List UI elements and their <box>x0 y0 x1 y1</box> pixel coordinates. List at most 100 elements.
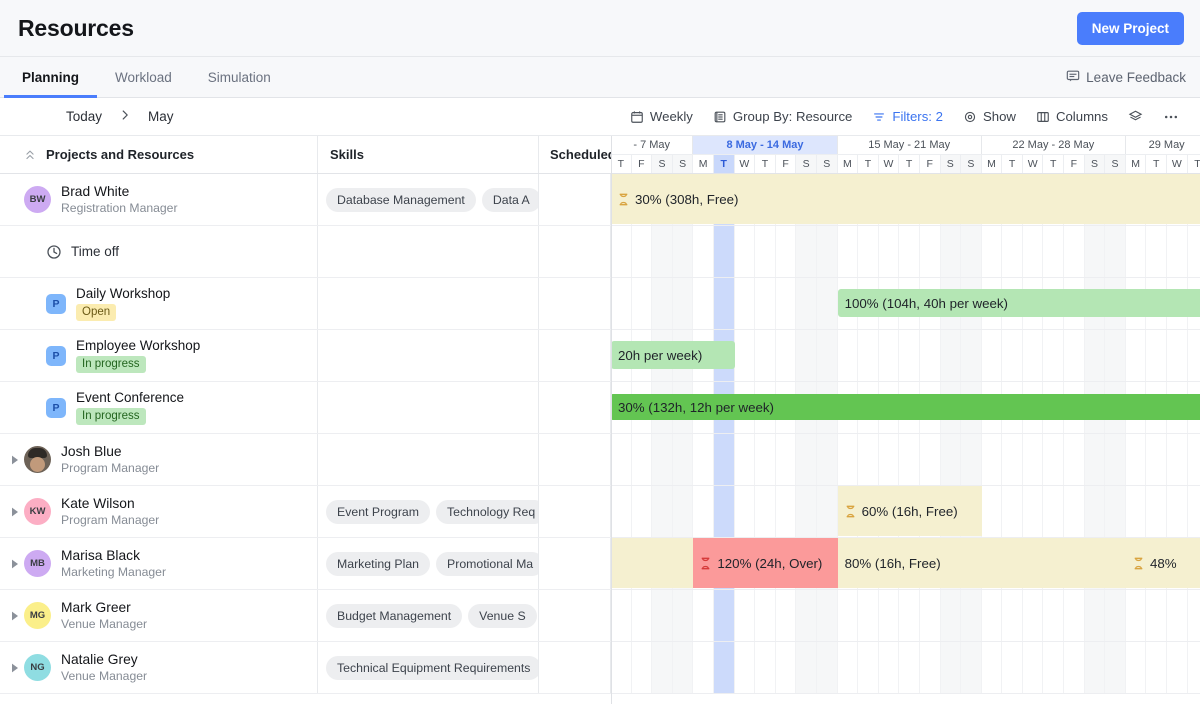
allocation-bar[interactable]: 48% <box>1126 538 1200 588</box>
expander-icon[interactable] <box>6 507 24 517</box>
allocation-bar[interactable]: 20h per week) <box>611 341 735 369</box>
project-name-cell[interactable]: P Employee Workshop In progress <box>0 330 318 381</box>
timeline-week-label: 8 May - 14 May <box>693 136 837 154</box>
skill-chip[interactable]: Technology Req <box>436 500 539 524</box>
weekly-button[interactable]: Weekly <box>621 104 702 129</box>
table-row[interactable]: NG Natalie Grey Venue Manager Technical … <box>0 642 611 694</box>
filters-label: Filters: 2 <box>892 109 943 124</box>
project-icon: P <box>46 398 66 418</box>
leave-feedback-button[interactable]: Leave Feedback <box>1066 57 1186 97</box>
toolbar: Today May Weekly <box>0 98 1200 136</box>
resource-name-cell[interactable]: MG Mark Greer Venue Manager <box>0 590 318 641</box>
resource-name: Marisa Black <box>61 548 166 564</box>
layers-button[interactable] <box>1119 104 1152 129</box>
timeline-day-label: M <box>982 155 1003 173</box>
skill-chip[interactable]: Budget Management <box>326 604 462 628</box>
month-label[interactable]: May <box>138 105 184 128</box>
timeline-day-label: W <box>1167 155 1188 173</box>
show-button[interactable]: Show <box>954 104 1025 129</box>
avatar: BW <box>24 186 51 213</box>
project-name-cell[interactable]: P Event Conference In progress <box>0 382 318 433</box>
resource-name-cell[interactable]: MB Marisa Black Marketing Manager <box>0 538 318 589</box>
timeline-week-label: 29 May <box>1126 136 1200 154</box>
column-header-scheduled[interactable]: Scheduled <box>539 136 611 173</box>
allocation-bar-label: 80% (16h, Free) <box>845 556 941 571</box>
page-header: Resources New Project <box>0 0 1200 57</box>
resource-name-cell[interactable]: Josh Blue Program Manager <box>0 434 318 485</box>
table-row[interactable]: P Event Conference In progress <box>0 382 611 434</box>
resource-role: Program Manager <box>61 513 159 527</box>
timeline-row <box>611 590 1200 642</box>
allocation-bar[interactable]: 30% (308h, Free) <box>611 174 1200 224</box>
skill-chip[interactable]: Event Program <box>326 500 430 524</box>
allocation-bar[interactable]: 80% (16h, Free) <box>838 538 982 588</box>
sort-icon[interactable] <box>24 148 36 162</box>
table-row[interactable]: MB Marisa Black Marketing Manager Market… <box>0 538 611 590</box>
timeline-day-label: T <box>899 155 920 173</box>
skill-chip[interactable]: Venue S <box>468 604 537 628</box>
table-row[interactable]: Josh Blue Program Manager <box>0 434 611 486</box>
resource-info: Kate Wilson Program Manager <box>61 496 159 527</box>
allocation-bar[interactable]: 30% (132h, 12h per week) <box>611 394 1200 420</box>
project-name: Employee Workshop <box>76 338 200 354</box>
skills-cell <box>318 434 539 485</box>
filters-button[interactable]: Filters: 2 <box>863 104 952 129</box>
timeline-week-label: 15 May - 21 May <box>838 136 982 154</box>
skill-chip[interactable]: Marketing Plan <box>326 552 430 576</box>
column-header-skills[interactable]: Skills <box>318 136 539 173</box>
skills-cell <box>318 382 539 433</box>
resource-info: Natalie Grey Venue Manager <box>61 652 147 683</box>
tab-workload[interactable]: Workload <box>97 57 190 97</box>
table-row[interactable]: MG Mark Greer Venue Manager Budget Manag… <box>0 590 611 642</box>
resource-name-cell[interactable]: NG Natalie Grey Venue Manager <box>0 642 318 693</box>
project-icon-letter: P <box>52 350 59 362</box>
resource-name: Brad White <box>61 184 178 200</box>
column-header-projects[interactable]: Projects and Resources <box>0 136 318 173</box>
timeline-day-label: W <box>1023 155 1044 173</box>
table-row[interactable]: KW Kate Wilson Program Manager Event Pro… <box>0 486 611 538</box>
skill-chip[interactable]: Database Management <box>326 188 476 212</box>
chevron-right-icon[interactable] <box>112 108 138 125</box>
timeline-week-label: 22 May - 28 May <box>982 136 1126 154</box>
table-row[interactable]: P Daily Workshop Open <box>0 278 611 330</box>
resource-name: Natalie Grey <box>61 652 147 668</box>
expander-icon[interactable] <box>6 611 24 621</box>
skill-chip[interactable]: Promotional Ma <box>436 552 539 576</box>
timeline-day-label: T <box>1002 155 1023 173</box>
expander-icon[interactable] <box>6 455 24 465</box>
allocation-bar-label: 48% <box>1150 556 1177 571</box>
allocation-bar[interactable]: 120% (24h, Over) <box>693 538 837 588</box>
timeline-row <box>611 642 1200 694</box>
table-row[interactable]: P Employee Workshop In progress <box>0 330 611 382</box>
project-name-cell[interactable]: P Daily Workshop Open <box>0 278 318 329</box>
new-project-button[interactable]: New Project <box>1077 12 1184 45</box>
resource-name-cell[interactable]: KW Kate Wilson Program Manager <box>0 486 318 537</box>
expander-icon[interactable] <box>6 559 24 569</box>
timeline-day-label: T <box>611 155 632 173</box>
group-by-label: Group By: Resource <box>733 109 852 124</box>
timeline-day-label: M <box>1126 155 1147 173</box>
table-row[interactable]: BW Brad White Registration Manager Datab… <box>0 174 611 226</box>
expander-icon[interactable] <box>6 663 24 673</box>
column-header-scheduled-label: Scheduled <box>550 147 611 162</box>
tab-planning[interactable]: Planning <box>4 57 97 97</box>
resource-info: Josh Blue Program Manager <box>61 444 159 475</box>
allocation-bar[interactable]: 100% (104h, 40h per week) <box>838 289 1200 317</box>
allocation-bar[interactable]: 60% (16h, Free) <box>838 486 982 536</box>
skill-chip[interactable]: Data A <box>482 188 539 212</box>
columns-button[interactable]: Columns <box>1027 104 1117 129</box>
timeline-panel: - 7 May8 May - 14 May15 May - 21 May22 M… <box>611 136 1200 704</box>
timeoff-name-cell[interactable]: Time off <box>0 226 318 277</box>
resource-grid: Projects and Resources Skills Scheduled … <box>0 136 1200 704</box>
group-by-button[interactable]: Group By: Resource <box>704 104 861 129</box>
project-icon: P <box>46 346 66 366</box>
tab-simulation[interactable]: Simulation <box>190 57 289 97</box>
layers-icon <box>1128 109 1143 124</box>
avatar: MB <box>24 550 51 577</box>
table-row[interactable]: Time off <box>0 226 611 278</box>
resource-info: Marisa Black Marketing Manager <box>61 548 166 579</box>
resource-name-cell[interactable]: BW Brad White Registration Manager <box>0 174 318 225</box>
today-button[interactable]: Today <box>56 105 112 128</box>
skill-chip[interactable]: Technical Equipment Requirements <box>326 656 539 680</box>
more-options-button[interactable] <box>1154 104 1188 130</box>
